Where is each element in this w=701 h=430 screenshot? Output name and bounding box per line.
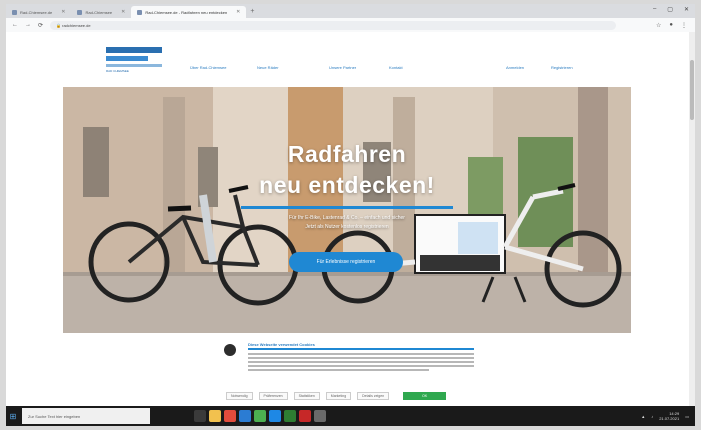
close-icon[interactable]: ✕ — [121, 9, 125, 15]
back-icon[interactable]: ← — [12, 22, 18, 28]
chrome-icon[interactable] — [254, 410, 266, 422]
logo-bar — [106, 56, 148, 61]
favicon-icon — [12, 9, 17, 15]
powerpoint-icon[interactable] — [299, 410, 311, 422]
hero-subtitle-line2: Jetzt als Nutzer kostenlos registrieren — [305, 224, 389, 230]
clock-date: 21.07.2021 — [659, 416, 680, 421]
cookie-icon — [224, 344, 236, 356]
site-header: RAD CHIEMSEE Über Rad-Chiemsee Neue Räde… — [6, 32, 695, 87]
tab-label: Rad-Chiemsee — [85, 9, 113, 15]
minimize-icon[interactable]: – — [653, 6, 656, 13]
hero-underline — [241, 206, 453, 209]
register-cta-button[interactable]: Für Erlebnisse registrieren — [289, 252, 403, 272]
cookie-consent-banner: Diese Webseite verwendet Cookies Notwend… — [216, 338, 498, 406]
tab-label: Rad-Chiemsee.de - Radfahren neu entdecke… — [145, 9, 228, 15]
close-icon[interactable]: ✕ — [61, 9, 65, 15]
nav-link-register[interactable]: Registrieren — [551, 65, 573, 70]
close-icon[interactable]: ✕ — [236, 9, 240, 15]
cookie-option-statistics[interactable]: Statistiken — [293, 392, 320, 400]
network-icon[interactable]: ▲ — [641, 414, 645, 419]
taskbar-clock[interactable]: 14:29 21.07.2021 — [659, 411, 679, 421]
system-tray: ▲ ♪ 14:29 21.07.2021 ▭ — [641, 411, 689, 421]
profile-icon[interactable]: ● — [669, 22, 673, 29]
office-icon[interactable] — [224, 410, 236, 422]
task-view-icon[interactable] — [194, 410, 206, 422]
cookie-title: Diese Webseite verwendet Cookies — [248, 342, 315, 347]
windows-start-icon[interactable]: ⊞ — [6, 406, 20, 426]
close-window-icon[interactable]: ✕ — [684, 6, 689, 13]
menu-icon[interactable]: ⋮ — [681, 22, 687, 29]
logo-bar — [106, 47, 162, 53]
browser-tabbar: Rad-Chiemsee.de ✕ Rad-Chiemsee ✕ Rad-Chiem… — [6, 4, 695, 18]
favicon-icon — [77, 9, 83, 15]
scrollbar-thumb[interactable] — [690, 60, 694, 120]
app-icon[interactable] — [314, 410, 326, 422]
star-icon[interactable]: ☆ — [656, 22, 661, 29]
logo-bar — [106, 64, 162, 67]
cookie-divider — [248, 348, 474, 350]
browser-tab-3[interactable]: Rad-Chiemsee.de - Radfahren neu entdecke… — [131, 6, 247, 18]
nav-link-bikes[interactable]: Neue Räder — [257, 65, 279, 70]
hero-photo — [63, 87, 631, 333]
nav-link-contact[interactable]: Kontakt — [389, 65, 403, 70]
logo-caption: RAD CHIEMSEE — [106, 69, 129, 73]
cookie-options: Notwendig Präferenzen Statistiken Market… — [226, 392, 447, 400]
hero-title-line1: Radfahren — [287, 141, 407, 167]
address-bar[interactable]: 🔒 radchiemsee.de — [50, 20, 617, 30]
nav-link-about[interactable]: Über Rad-Chiemsee — [190, 65, 226, 70]
browser-tab-2[interactable]: Rad-Chiemsee ✕ — [71, 6, 131, 18]
cookie-option-necessary[interactable]: Notwendig — [226, 392, 253, 400]
url-text: radchiemsee.de — [62, 22, 91, 28]
word-icon[interactable] — [269, 410, 281, 422]
cookie-option-preferences[interactable]: Präferenzen — [258, 392, 288, 400]
maximize-icon[interactable]: ▢ — [667, 6, 673, 13]
tab-label: Rad-Chiemsee.de — [20, 9, 53, 15]
cookie-details-button[interactable]: Details zeigen — [357, 392, 390, 400]
hero-title-line2: neu entdecken! — [259, 172, 435, 198]
nav-link-partners[interactable]: Unsere Partner — [329, 65, 356, 70]
cookie-option-marketing[interactable]: Marketing — [325, 392, 352, 400]
site-logo[interactable]: RAD CHIEMSEE — [106, 44, 166, 74]
favicon-icon — [137, 9, 143, 15]
volume-icon[interactable]: ♪ — [651, 414, 653, 419]
notification-icon[interactable]: ▭ — [685, 414, 689, 419]
forward-icon[interactable]: → — [25, 22, 31, 28]
browser-tab-1[interactable]: Rad-Chiemsee.de ✕ — [6, 6, 71, 18]
browser-toolbar: ← → ⟳ 🔒 radchiemsee.de ☆ ● ⋮ — [6, 18, 695, 32]
new-tab-icon[interactable]: + — [250, 8, 254, 15]
cookie-body-text — [248, 353, 474, 373]
excel-icon[interactable] — [284, 410, 296, 422]
taskbar-search-input[interactable]: Zur Suche Text hier eingeben — [22, 408, 150, 424]
file-explorer-icon[interactable] — [209, 410, 221, 422]
window-controls: – ▢ ✕ — [653, 6, 689, 13]
cookie-accept-button[interactable]: OK — [403, 392, 447, 400]
hero-banner: Radfahren neu entdecken! Für Ihr E-Bike,… — [63, 87, 631, 333]
outlook-icon[interactable] — [239, 410, 251, 422]
nav-link-login[interactable]: Anmelden — [506, 65, 524, 70]
web-page: RAD CHIEMSEE Über Rad-Chiemsee Neue Räde… — [6, 32, 695, 406]
taskbar-apps — [194, 410, 326, 422]
windows-taskbar: ⊞ Zur Suche Text hier eingeben ▲ ♪ 14:29… — [6, 406, 695, 426]
hero-subtitle-line1: Für Ihr E-Bike, Lastenrad & Co. – einfac… — [289, 215, 405, 221]
reload-icon[interactable]: ⟳ — [38, 22, 43, 29]
